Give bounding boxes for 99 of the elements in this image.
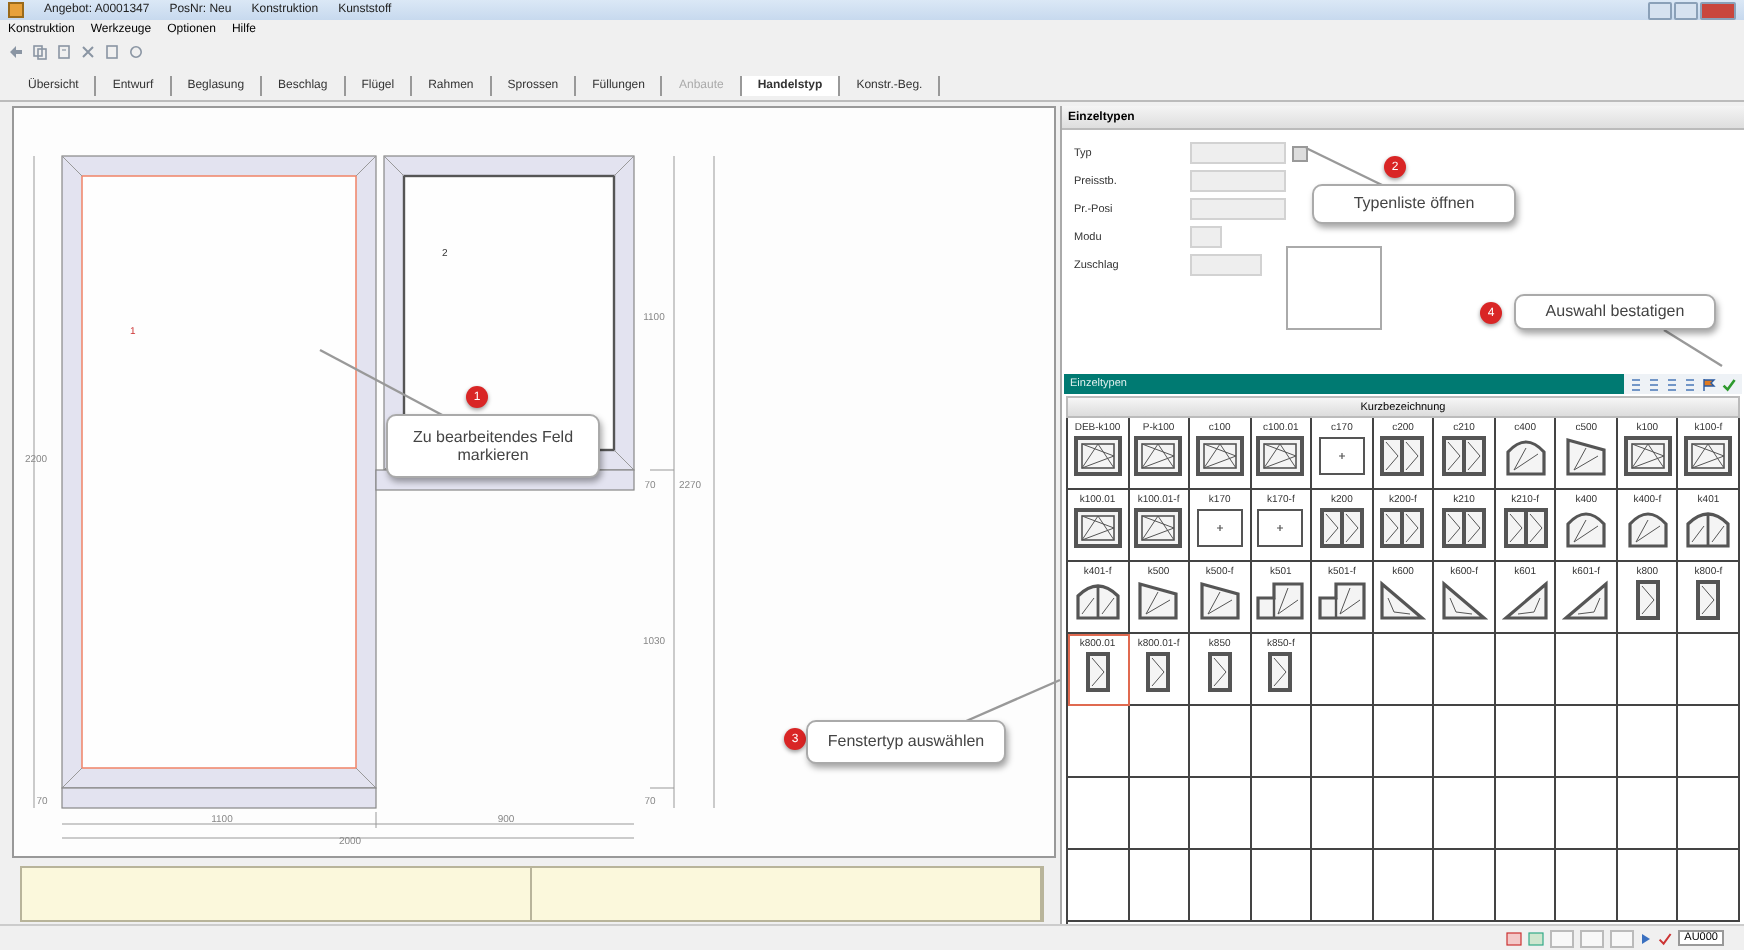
sort-icon[interactable] [1648, 377, 1660, 391]
window-type-icon [1501, 436, 1550, 476]
checkmark-icon[interactable] [1722, 377, 1736, 391]
window-type-icon [1317, 508, 1366, 548]
empty-grid-cell [1373, 634, 1435, 706]
empty-grid-cell [1495, 778, 1557, 850]
window-type-icon [1317, 436, 1366, 476]
flag-icon[interactable] [1702, 377, 1716, 391]
empty-grid-cell [1678, 778, 1740, 850]
empty-grid-cell [1434, 634, 1496, 706]
window-type-icon [1623, 436, 1672, 476]
close-button[interactable] [1700, 1, 1736, 19]
empty-grid-cell [1312, 778, 1374, 850]
empty-grid-cell [1495, 850, 1557, 922]
text-area[interactable] [1286, 246, 1382, 330]
empty-grid-cell [1190, 778, 1252, 850]
empty-grid-cell [1373, 850, 1435, 922]
empty-grid-cell [1495, 634, 1557, 706]
empty-grid-cell [1251, 706, 1313, 778]
sort-icon[interactable] [1666, 377, 1678, 391]
window-type-icon [1440, 580, 1489, 620]
empty-grid-cell [1556, 706, 1618, 778]
window-type-icon [1562, 580, 1611, 620]
list-icon[interactable] [104, 44, 120, 60]
empty-grid-cell [1129, 778, 1191, 850]
window-type-icon [1623, 508, 1672, 548]
empty-grid-cell [1129, 706, 1191, 778]
window-type-icon [1073, 436, 1122, 476]
window-type-icon [1073, 508, 1122, 548]
empty-grid-cell [1556, 778, 1618, 850]
empty-grid-cell [1312, 706, 1374, 778]
empty-grid-cell [1617, 706, 1679, 778]
paste-icon[interactable] [56, 44, 72, 60]
sort-icon[interactable] [1630, 377, 1642, 391]
empty-grid-cell [1678, 850, 1740, 922]
leader-line [1305, 146, 1385, 188]
empty-grid-cell [1251, 778, 1313, 850]
input-field[interactable] [1190, 170, 1286, 192]
empty-grid-cell [1495, 706, 1557, 778]
empty-grid-cell [1556, 850, 1618, 922]
input-field[interactable] [1190, 198, 1286, 220]
window-type-icon [1195, 580, 1244, 620]
window-type-icon [1440, 508, 1489, 548]
maximize-button[interactable] [1674, 1, 1698, 19]
window-type-icon [1562, 508, 1611, 548]
window-type-icon [1256, 436, 1305, 476]
window-type-icon [1501, 508, 1550, 548]
empty-grid-cell [1373, 778, 1435, 850]
empty-grid-cell [1190, 706, 1252, 778]
sort-icon[interactable] [1684, 377, 1696, 391]
delete-icon[interactable] [80, 44, 96, 60]
window-type-icon [1134, 508, 1183, 548]
window-type-icon [1134, 580, 1183, 620]
input-field[interactable] [1190, 142, 1286, 164]
empty-grid-cell [1190, 850, 1252, 922]
window-type-icon [1684, 508, 1733, 548]
browse-button[interactable] [1292, 145, 1308, 161]
empty-grid-cell [1556, 634, 1618, 706]
callout: Auswahl bestatigen [1514, 294, 1716, 330]
window-type-icon [1195, 436, 1244, 476]
window-type-icon [1256, 580, 1305, 620]
empty-grid-cell [1678, 634, 1740, 706]
empty-grid-cell [1434, 778, 1496, 850]
callout: Fenstertyp auswählen [806, 720, 1006, 764]
app-icon [8, 2, 24, 18]
input-field[interactable] [1190, 254, 1262, 276]
empty-grid-cell [1678, 706, 1740, 778]
leader-line [1663, 329, 1723, 367]
window-type-icon [1073, 580, 1122, 620]
callout: Zu bearbeitendes Feld markieren [386, 414, 600, 478]
window-type-icon [1684, 436, 1733, 476]
empty-grid-cell [1617, 778, 1679, 850]
leader-line [319, 348, 445, 418]
empty-grid-cell [1373, 706, 1435, 778]
window-type-icon [1378, 580, 1427, 620]
minimize-button[interactable] [1648, 1, 1672, 19]
window-type-icon [1501, 580, 1550, 620]
arrow-icon [1640, 931, 1653, 945]
window-type-icon [1195, 508, 1244, 548]
window-type-icon [1134, 436, 1183, 476]
back-arrow-icon[interactable] [8, 44, 24, 60]
window-type-icon [1562, 436, 1611, 476]
callout: Typenliste öffnen [1312, 184, 1516, 224]
empty-grid-cell [1434, 706, 1496, 778]
empty-grid-cell [1129, 850, 1191, 922]
empty-grid-cell [1617, 850, 1679, 922]
empty-grid-cell [1312, 634, 1374, 706]
window-type-icon [1317, 580, 1366, 620]
window-type-icon [1256, 508, 1305, 548]
empty-grid-cell [1434, 850, 1496, 922]
input-field[interactable] [1190, 226, 1222, 248]
checkmark-icon [1658, 931, 1673, 945]
copy-icon[interactable] [32, 44, 48, 60]
empty-grid-cell [1617, 634, 1679, 706]
window-type-icon [1378, 436, 1427, 476]
window-type-icon [1378, 508, 1427, 548]
empty-grid-cell [1312, 850, 1374, 922]
window-type-icon [1440, 436, 1489, 476]
empty-grid-cell [1251, 850, 1313, 922]
